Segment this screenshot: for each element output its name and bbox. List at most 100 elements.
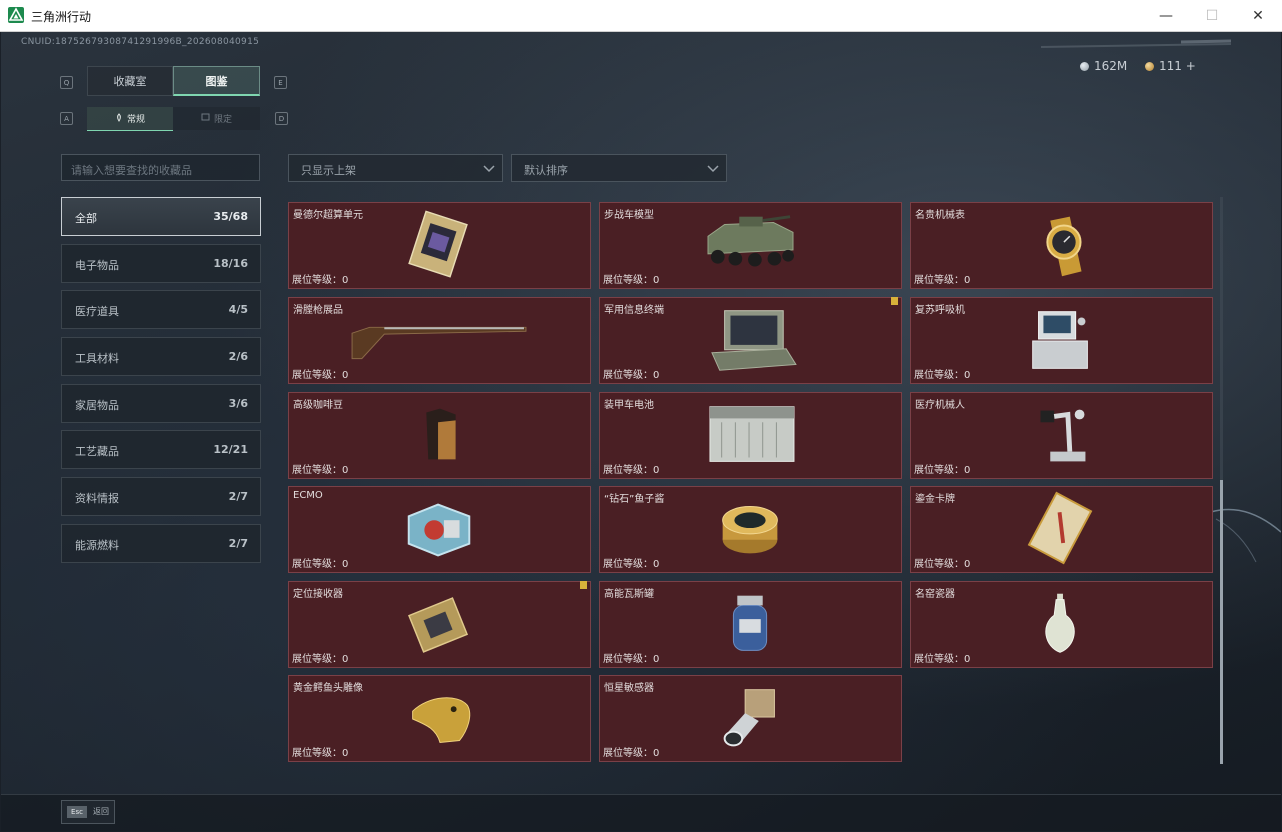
bottom-bar: [1, 794, 1281, 831]
item-level: 展位等级：0: [292, 654, 349, 665]
category-household[interactable]: 家居物品 3/6: [61, 384, 261, 423]
close-button[interactable]: ✕: [1235, 0, 1281, 31]
silver-coin-icon: [1080, 61, 1089, 71]
category-count: 2/6: [228, 350, 248, 363]
currency-silver: 162M: [1080, 59, 1127, 73]
app-logo-icon: [8, 7, 24, 23]
item-level: 展位等级：0: [914, 370, 971, 381]
shelf-filter-dropdown[interactable]: 只显示上架: [288, 154, 503, 182]
item-level: 展位等级：0: [914, 275, 971, 286]
category-count: 4/5: [228, 303, 248, 316]
item-card[interactable]: 军用信息终端 展位等级：0: [599, 297, 902, 384]
category-name: 电子物品: [75, 259, 119, 272]
key-a-hint: A: [60, 112, 73, 125]
tab-codex[interactable]: 图鉴: [173, 66, 260, 96]
category-tools[interactable]: 工具材料 2/6: [61, 337, 261, 376]
new-badge-icon: [580, 581, 587, 589]
category-crafts[interactable]: 工艺藏品 12/21: [61, 430, 261, 469]
item-name: 鎏金卡牌: [915, 494, 955, 505]
item-card[interactable]: 滑膛枪展品 展位等级：0: [288, 297, 591, 384]
regular-tab-icon: [115, 112, 123, 125]
item-name: 步战车模型: [604, 210, 654, 221]
category-name: 工具材料: [75, 352, 119, 365]
item-card[interactable]: ECMO 展位等级：0: [288, 486, 591, 573]
category-medical[interactable]: 医疗道具 4/5: [61, 290, 261, 329]
search-input[interactable]: 请输入想要查找的收藏品: [61, 154, 260, 181]
back-button[interactable]: Esc 返回: [61, 800, 115, 824]
item-card[interactable]: 名贵机械表 展位等级：0: [910, 202, 1213, 289]
search-placeholder: 请输入想要查找的收藏品: [71, 164, 192, 177]
player-uid: CNUID:18752679308741291996B_202608040915: [21, 37, 260, 47]
item-level: 展位等级：0: [292, 748, 349, 759]
window-titlebar: 三角洲行动 — ☐ ✕: [0, 0, 1282, 32]
category-count: 18/16: [213, 257, 248, 270]
item-level: 展位等级：0: [914, 654, 971, 665]
sort-label: 默认排序: [524, 164, 568, 177]
category-name: 工艺藏品: [75, 445, 119, 458]
currency-gold[interactable]: 111 +: [1145, 59, 1196, 73]
item-card[interactable]: “钻石”鱼子酱 展位等级：0: [599, 486, 902, 573]
maximize-button[interactable]: ☐: [1189, 0, 1235, 31]
category-electronics[interactable]: 电子物品 18/16: [61, 244, 261, 283]
item-name: 医疗机械人: [915, 400, 965, 411]
item-level: 展位等级：0: [603, 654, 660, 665]
game-viewport: CNUID:18752679308741291996B_202608040915…: [1, 32, 1281, 831]
chevron-down-icon: [482, 161, 496, 180]
item-card[interactable]: 恒星敏感器 展位等级：0: [599, 675, 902, 762]
item-name: 名贵机械表: [915, 210, 965, 221]
category-count: 3/6: [228, 397, 248, 410]
item-level: 展位等级：0: [603, 465, 660, 476]
category-intel[interactable]: 资料情报 2/7: [61, 477, 261, 516]
item-level: 展位等级：0: [603, 559, 660, 570]
item-card[interactable]: 黄金鳄鱼头雕像 展位等级：0: [288, 675, 591, 762]
item-card[interactable]: 名窑瓷器 展位等级：0: [910, 581, 1213, 668]
category-fuel[interactable]: 能源燃料 2/7: [61, 524, 261, 563]
window-title: 三角洲行动: [31, 10, 92, 24]
item-level: 展位等级：0: [914, 559, 971, 570]
category-count: 12/21: [213, 443, 248, 456]
category-count: 2/7: [228, 490, 248, 503]
category-name: 能源燃料: [75, 539, 119, 552]
item-level: 展位等级：0: [292, 370, 349, 381]
key-q-hint: Q: [60, 76, 73, 89]
category-count: 35/68: [213, 210, 248, 223]
limited-tab-icon: [201, 113, 210, 124]
gold-coin-icon: [1145, 61, 1154, 71]
subtab-regular[interactable]: 常规: [87, 107, 173, 131]
category-name: 全部: [75, 212, 97, 225]
item-name: 名窑瓷器: [915, 589, 955, 600]
back-label: 返回: [93, 807, 109, 816]
item-level: 展位等级：0: [292, 465, 349, 476]
esc-key-hint: Esc: [67, 806, 87, 818]
item-name: 曼德尔超算单元: [293, 210, 363, 221]
category-name: 资料情报: [75, 492, 119, 505]
currency-gold-value: 111 +: [1159, 59, 1196, 73]
item-name: 高级咖啡豆: [293, 400, 343, 411]
item-card[interactable]: 装甲车电池 展位等级：0: [599, 392, 902, 479]
category-all[interactable]: 全部 35/68: [61, 197, 261, 236]
item-level: 展位等级：0: [603, 275, 660, 286]
shelf-filter-label: 只显示上架: [301, 164, 356, 177]
item-name: 装甲车电池: [604, 400, 654, 411]
subtab-limited[interactable]: 限定: [173, 107, 260, 130]
item-level: 展位等级：0: [603, 748, 660, 759]
minimize-button[interactable]: —: [1143, 0, 1189, 31]
item-card[interactable]: 曼德尔超算单元 展位等级：0: [288, 202, 591, 289]
item-name: 复苏呼吸机: [915, 305, 965, 316]
item-card[interactable]: 高能瓦斯罐 展位等级：0: [599, 581, 902, 668]
category-name: 家居物品: [75, 399, 119, 412]
item-card[interactable]: 定位接收器 展位等级：0: [288, 581, 591, 668]
tab-collection-room[interactable]: 收藏室: [87, 66, 173, 96]
item-card[interactable]: 鎏金卡牌 展位等级：0: [910, 486, 1213, 573]
sort-dropdown[interactable]: 默认排序: [511, 154, 727, 182]
new-badge-icon: [891, 297, 898, 305]
item-card[interactable]: 步战车模型 展位等级：0: [599, 202, 902, 289]
scrollbar-thumb[interactable]: [1220, 480, 1223, 764]
item-card[interactable]: 医疗机械人 展位等级：0: [910, 392, 1213, 479]
item-name: 黄金鳄鱼头雕像: [293, 683, 363, 694]
item-card[interactable]: 高级咖啡豆 展位等级：0: [288, 392, 591, 479]
subtab-limited-label: 限定: [213, 115, 232, 125]
currency-silver-value: 162M: [1094, 59, 1128, 73]
item-card[interactable]: 复苏呼吸机 展位等级：0: [910, 297, 1213, 384]
item-level: 展位等级：0: [292, 275, 349, 286]
